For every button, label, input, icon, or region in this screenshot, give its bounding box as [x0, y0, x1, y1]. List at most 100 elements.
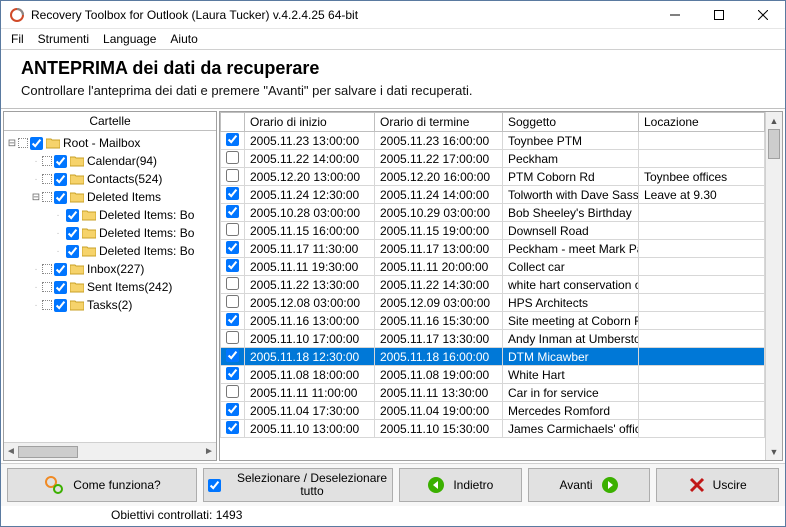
col-end-header[interactable]: Orario di termine [375, 113, 503, 132]
table-row[interactable]: 2005.11.11 11:00:002005.11.11 13:30:00Ca… [221, 384, 765, 402]
tree-root-checkbox[interactable] [30, 137, 43, 150]
row-checkbox[interactable] [226, 331, 239, 344]
tree-item[interactable]: ·Tasks (2) [4, 296, 216, 314]
row-checkbox[interactable] [226, 349, 239, 362]
row-checkbox[interactable] [226, 313, 239, 326]
cell-end: 2005.11.23 16:00:00 [375, 132, 503, 150]
tree-item-checkbox[interactable] [54, 191, 67, 204]
tree-item[interactable]: ·Sent Items (242) [4, 278, 216, 296]
select-all-button[interactable]: Selezionare / Deselezionare tutto [203, 468, 393, 502]
menu-tools[interactable]: Strumenti [38, 32, 89, 46]
tree-item-checkbox[interactable] [54, 155, 67, 168]
select-all-label: Selezionare / Deselezionare tutto [232, 472, 392, 498]
next-button[interactable]: Avanti [528, 468, 651, 502]
app-icon [9, 7, 25, 23]
row-checkbox[interactable] [226, 277, 239, 290]
table-row[interactable]: 2005.11.10 17:00:002005.11.17 13:30:00An… [221, 330, 765, 348]
table-row[interactable]: 2005.11.23 13:00:002005.11.23 16:00:00To… [221, 132, 765, 150]
col-start-header[interactable]: Orario di inizio [245, 113, 375, 132]
tree-item-checkbox[interactable] [54, 173, 67, 186]
cell-location [639, 258, 765, 276]
cell-start: 2005.10.28 03:00:00 [245, 204, 375, 222]
tree-item[interactable]: ·Contacts (524) [4, 170, 216, 188]
exit-button[interactable]: Uscire [656, 468, 779, 502]
table-row[interactable]: 2005.11.15 16:00:002005.11.15 19:00:00Do… [221, 222, 765, 240]
status-text: Obiettivi controllati: 1493 [111, 508, 242, 522]
cell-start: 2005.11.16 13:00:00 [245, 312, 375, 330]
row-checkbox[interactable] [226, 133, 239, 146]
row-checkbox[interactable] [226, 295, 239, 308]
cell-end: 2005.11.22 17:00:00 [375, 150, 503, 168]
col-checkbox-header[interactable] [221, 113, 245, 132]
cell-end: 2005.10.29 03:00:00 [375, 204, 503, 222]
tree-item-checkbox[interactable] [66, 209, 79, 222]
tree-item-checkbox[interactable] [54, 281, 67, 294]
row-checkbox[interactable] [226, 367, 239, 380]
table-row[interactable]: 2005.11.11 19:30:002005.11.11 20:00:00Co… [221, 258, 765, 276]
how-it-works-button[interactable]: Come funziona? [7, 468, 197, 502]
menu-language[interactable]: Language [103, 32, 156, 46]
items-vscrollbar[interactable]: ▲ ▼ [765, 112, 782, 460]
table-row[interactable]: 2005.11.18 12:30:002005.11.18 16:00:00DT… [221, 348, 765, 366]
row-checkbox[interactable] [226, 403, 239, 416]
tree-item[interactable]: ⊟Deleted Items [4, 188, 216, 206]
tree-item-checkbox[interactable] [54, 299, 67, 312]
row-checkbox[interactable] [226, 421, 239, 434]
cell-location [639, 312, 765, 330]
cell-start: 2005.11.08 18:00:00 [245, 366, 375, 384]
tree-item[interactable]: ·Deleted Items: Bo [4, 206, 216, 224]
table-row[interactable]: 2005.12.08 03:00:002005.12.09 03:00:00HP… [221, 294, 765, 312]
row-checkbox[interactable] [226, 205, 239, 218]
cell-start: 2005.12.08 03:00:00 [245, 294, 375, 312]
status-bar: Obiettivi controllati: 1493 [1, 506, 785, 526]
row-checkbox[interactable] [226, 151, 239, 164]
table-row[interactable]: 2005.11.17 11:30:002005.11.17 13:00:00Pe… [221, 240, 765, 258]
table-row[interactable]: 2005.11.16 13:00:002005.11.16 15:30:00Si… [221, 312, 765, 330]
tree-item-count: (2) [118, 298, 133, 312]
tree-item-checkbox[interactable] [54, 263, 67, 276]
folders-hscrollbar[interactable]: ◄ ► [4, 442, 216, 460]
table-row[interactable]: 2005.12.20 13:00:002005.12.20 16:00:00PT… [221, 168, 765, 186]
cell-location [639, 240, 765, 258]
tree-item-checkbox[interactable] [66, 245, 79, 258]
col-location-header[interactable]: Locazione [639, 113, 765, 132]
close-button[interactable] [741, 1, 785, 29]
row-checkbox[interactable] [226, 169, 239, 182]
folders-tree[interactable]: ⊟Root - Mailbox·Calendar (94)·Contacts (… [4, 131, 216, 442]
menu-help[interactable]: Aiuto [170, 32, 197, 46]
col-subject-header[interactable]: Soggetto [503, 113, 639, 132]
items-table[interactable]: Orario di inizio Orario di termine Sogge… [220, 112, 765, 438]
table-row[interactable]: 2005.11.04 17:30:002005.11.04 19:00:00Me… [221, 402, 765, 420]
table-row[interactable]: 2005.11.10 13:00:002005.11.10 15:30:00Ja… [221, 420, 765, 438]
cell-location [639, 276, 765, 294]
table-row[interactable]: 2005.11.08 18:00:002005.11.08 19:00:00Wh… [221, 366, 765, 384]
table-row[interactable]: 2005.10.28 03:00:002005.10.29 03:00:00Bo… [221, 204, 765, 222]
menu-file[interactable]: Fil [11, 32, 24, 46]
maximize-button[interactable] [697, 1, 741, 29]
table-row[interactable]: 2005.11.24 12:30:002005.11.24 14:00:00To… [221, 186, 765, 204]
tree-item[interactable]: ·Calendar (94) [4, 152, 216, 170]
row-checkbox[interactable] [226, 223, 239, 236]
minimize-button[interactable] [653, 1, 697, 29]
tree-item-checkbox[interactable] [66, 227, 79, 240]
row-checkbox[interactable] [226, 187, 239, 200]
tree-item[interactable]: ·Inbox (227) [4, 260, 216, 278]
tree-item[interactable]: ·Deleted Items: Bo [4, 224, 216, 242]
tree-item-label: Sent Items [87, 280, 144, 294]
folders-pane: Cartelle ⊟Root - Mailbox·Calendar (94)·C… [3, 111, 217, 461]
cell-end: 2005.11.10 15:30:00 [375, 420, 503, 438]
tree-item-label: Deleted Items: Bo [99, 244, 194, 258]
table-row[interactable]: 2005.11.22 13:30:002005.11.22 14:30:00wh… [221, 276, 765, 294]
cell-start: 2005.11.22 14:00:00 [245, 150, 375, 168]
cell-end: 2005.11.24 14:00:00 [375, 186, 503, 204]
row-checkbox[interactable] [226, 241, 239, 254]
row-checkbox[interactable] [226, 259, 239, 272]
cell-start: 2005.11.04 17:30:00 [245, 402, 375, 420]
tree-item[interactable]: ·Deleted Items: Bo [4, 242, 216, 260]
tree-item-label: Deleted Items: Bo [99, 226, 194, 240]
table-row[interactable]: 2005.11.22 14:00:002005.11.22 17:00:00Pe… [221, 150, 765, 168]
titlebar: Recovery Toolbox for Outlook (Laura Tuck… [1, 1, 785, 29]
row-checkbox[interactable] [226, 385, 239, 398]
back-button[interactable]: Indietro [399, 468, 522, 502]
tree-root[interactable]: ⊟Root - Mailbox [4, 134, 216, 152]
